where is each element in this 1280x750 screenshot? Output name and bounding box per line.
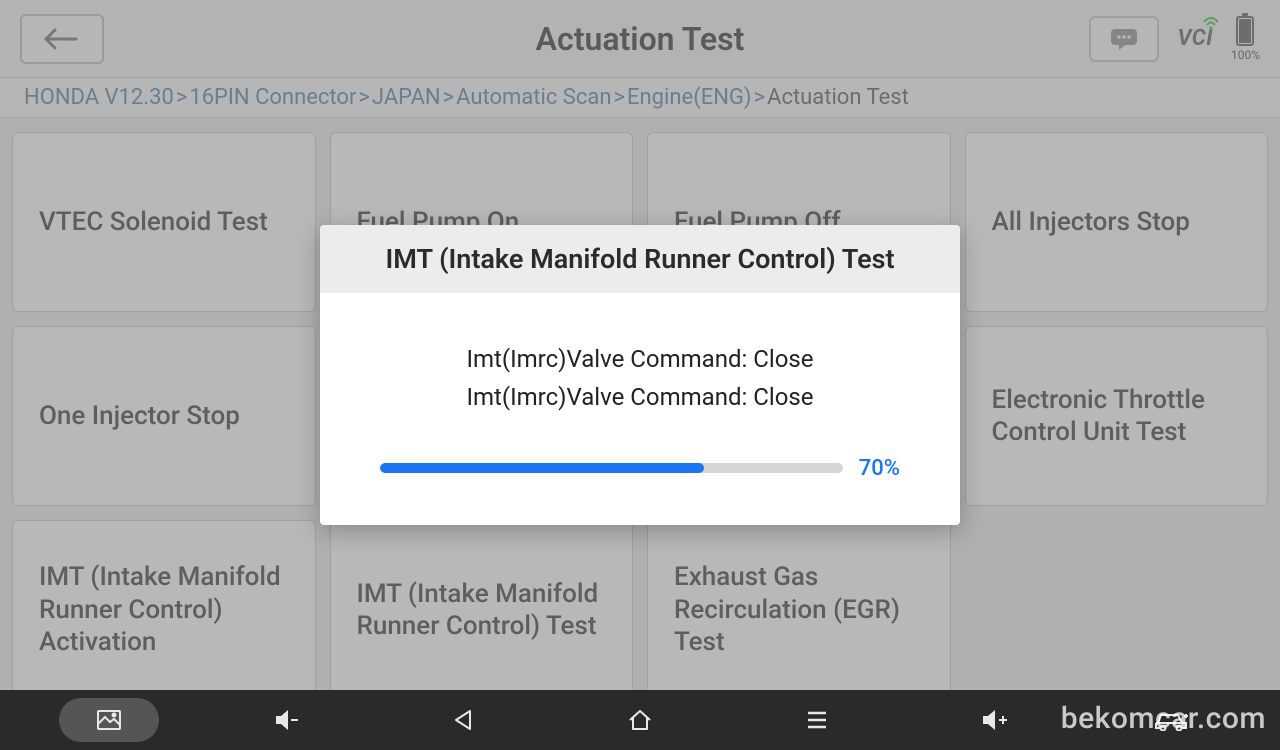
modal-body: Imt(Imrc)Valve Command: Close Imt(Imrc)V… [320, 293, 960, 524]
nav-vol-up-button[interactable] [944, 698, 1044, 742]
menu-icon [806, 711, 828, 729]
modal-overlay: IMT (Intake Manifold Runner Control) Tes… [0, 0, 1280, 750]
progress-row: 70% [356, 456, 924, 481]
bottom-nav [0, 690, 1280, 750]
nav-car-button[interactable] [1121, 698, 1221, 742]
modal-status-line: Imt(Imrc)Valve Command: Close [356, 379, 924, 416]
modal-title: IMT (Intake Manifold Runner Control) Tes… [320, 225, 960, 293]
car-icon [1154, 709, 1188, 731]
test-modal: IMT (Intake Manifold Runner Control) Tes… [320, 225, 960, 524]
nav-vol-down-button[interactable] [236, 698, 336, 742]
nav-back-button[interactable] [413, 698, 513, 742]
nav-home-button[interactable] [590, 698, 690, 742]
home-icon [627, 708, 653, 732]
nav-menu-button[interactable] [767, 698, 867, 742]
progress-bar [380, 463, 843, 473]
gallery-icon [96, 709, 122, 731]
volume-up-icon [980, 708, 1008, 732]
triangle-back-icon [452, 709, 474, 731]
modal-status-line: Imt(Imrc)Valve Command: Close [356, 341, 924, 378]
progress-fill [380, 463, 704, 473]
progress-percent: 70% [859, 456, 900, 481]
nav-gallery-button[interactable] [59, 698, 159, 742]
volume-down-icon [273, 708, 299, 732]
